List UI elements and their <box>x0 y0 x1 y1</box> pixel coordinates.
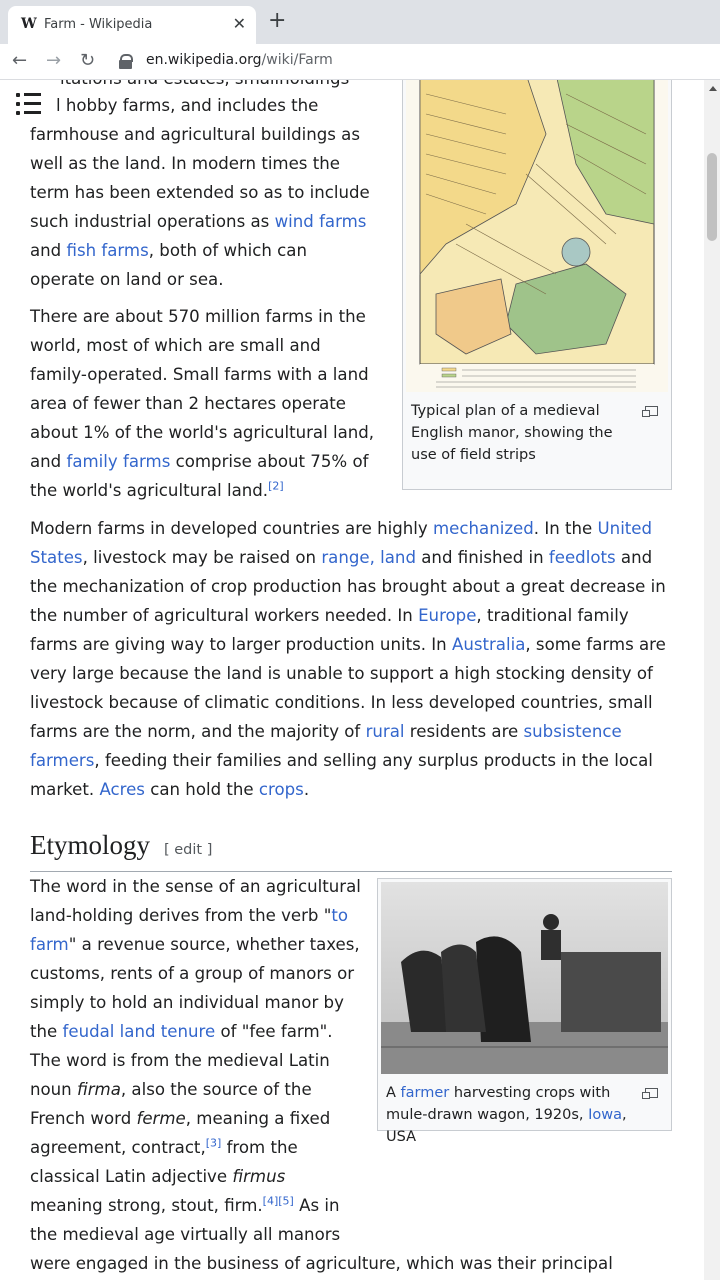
close-icon[interactable]: ✕ <box>233 14 246 33</box>
manor-map-image[interactable] <box>406 80 668 392</box>
link-europe[interactable]: Europe <box>418 606 476 625</box>
link-acres[interactable]: Acres <box>99 780 145 799</box>
forward-arrow-icon[interactable]: → <box>46 50 61 71</box>
link-fish-farms[interactable]: fish farms <box>67 241 149 260</box>
ref-3[interactable]: [3] <box>206 1136 222 1149</box>
link-wind-farms[interactable]: wind farms <box>275 212 367 231</box>
link-range-land[interactable]: range, land <box>321 548 416 567</box>
scroll-up-arrow-icon[interactable] <box>709 86 717 91</box>
e-italic-firma: firma <box>76 1080 121 1099</box>
figure-float-spacer <box>362 872 672 1240</box>
ref-5[interactable]: [5] <box>278 1194 294 1207</box>
back-arrow-icon[interactable]: ← <box>12 50 27 71</box>
link-feedlots[interactable]: feedlots <box>549 548 616 567</box>
p1-text-b: and <box>30 241 67 260</box>
wikipedia-favicon-icon: W <box>21 16 37 32</box>
plus-icon[interactable]: + <box>268 10 286 32</box>
address-bar[interactable]: en.wikipedia.org/wiki/Farm <box>146 52 333 68</box>
url-host: en.wikipedia.org <box>146 52 262 68</box>
reload-icon[interactable]: ↻ <box>80 50 95 71</box>
paragraph-2: There are about 570 million farms in the… <box>30 302 375 505</box>
page-content: itations and estates, smallholdings l ho… <box>0 80 704 1280</box>
tab-title: Farm - Wikipedia <box>44 17 153 32</box>
p3-text-h: residents are <box>404 722 524 741</box>
p2-text-a: There are about 570 million farms in the… <box>30 307 375 471</box>
section-heading-etymology: Etymology [ edit ] <box>30 826 672 872</box>
ref-2[interactable]: [2] <box>268 479 284 492</box>
link-family-farms[interactable]: family farms <box>67 452 171 471</box>
link-feudal-land-tenure[interactable]: feudal land tenure <box>63 1022 216 1041</box>
ref-4[interactable]: [4] <box>263 1194 279 1207</box>
edit-section-link[interactable]: [ edit ] <box>164 842 212 858</box>
url-path: /wiki/Farm <box>261 52 333 68</box>
tab-strip: W Farm - Wikipedia ✕ + <box>0 0 720 44</box>
section-heading-text: Etymology <box>30 830 150 860</box>
link-crops[interactable]: crops <box>259 780 304 799</box>
e-text-a: The word in the sense of an agricultural… <box>30 877 361 925</box>
p3-text-k: . <box>303 780 310 799</box>
link-rural[interactable]: rural <box>366 722 405 741</box>
e-italic-firmus: firmus <box>232 1167 286 1186</box>
etymology-paragraph: The word in the sense of an agricultural… <box>30 872 672 1280</box>
p3-text-c: , livestock may be raised on <box>82 548 322 567</box>
link-australia[interactable]: Australia <box>452 635 525 654</box>
p3-text-b: . In the <box>533 519 598 538</box>
e-text-g: meaning strong, stout, firm. <box>30 1196 263 1215</box>
p3-text-d: and finished in <box>415 548 549 567</box>
map-caption-text: Typical plan of a medieval English manor… <box>411 403 613 463</box>
p3-text-a: Modern farms in developed countries are … <box>30 519 434 538</box>
e-italic-ferme: ferme <box>136 1109 186 1128</box>
magnify-icon[interactable] <box>642 406 658 417</box>
link-mechanized[interactable]: mechanized <box>433 519 534 538</box>
map-caption: Typical plan of a medieval English manor… <box>406 396 668 466</box>
p3-text-j: can hold the <box>144 780 259 799</box>
browser-toolbar: ← → ↻ en.wikipedia.org/wiki/Farm <box>0 44 720 80</box>
paragraph-1: l hobby farms, and includes the farmhous… <box>30 91 375 294</box>
p1-text-a: l hobby farms, and includes the farmhous… <box>30 96 370 231</box>
manor-map-figure: Typical plan of a medieval English manor… <box>402 80 672 490</box>
scrollbar-thumb[interactable] <box>707 153 717 241</box>
tab-farm[interactable]: W Farm - Wikipedia ✕ <box>8 6 256 44</box>
paragraph-3: Modern farms in developed countries are … <box>30 514 672 804</box>
page-scrollbar[interactable] <box>704 80 720 1280</box>
